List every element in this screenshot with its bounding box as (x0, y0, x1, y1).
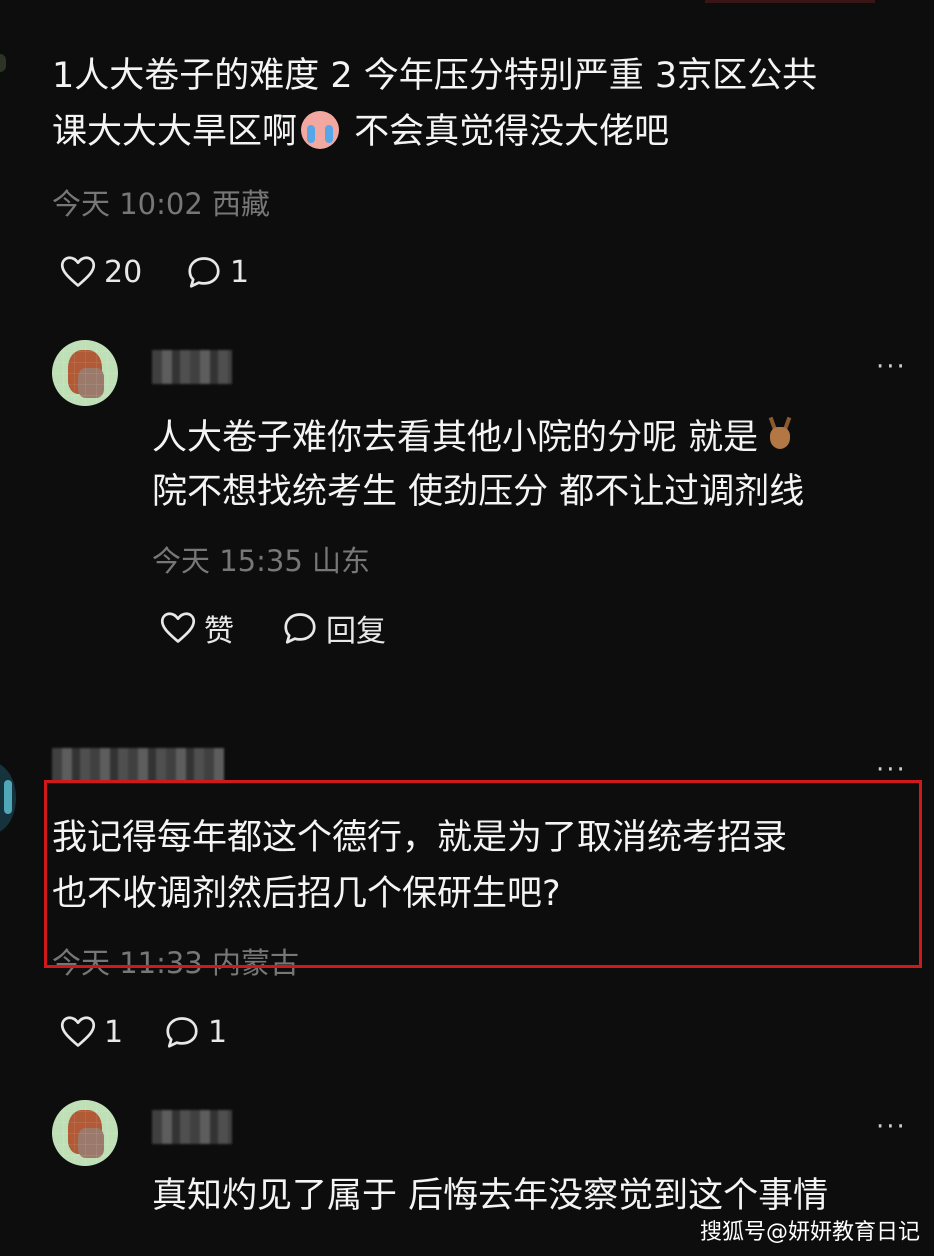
comment2-comment-count: 1 (208, 1014, 228, 1050)
reply1-reply-label: 回复 (326, 614, 386, 649)
reply1-body-line1: 人大卷子难你去看其他小院的分呢 就是 (152, 410, 798, 466)
heart-outline-icon (60, 1016, 96, 1047)
deer-emoji-icon (762, 416, 798, 453)
post-like-count: 20 (104, 254, 143, 290)
speech-bubble-icon (284, 613, 316, 644)
reply1-avatar[interactable] (52, 340, 118, 406)
reply1-like-label: 赞 (204, 614, 234, 649)
more-dots-icon[interactable]: ··· (876, 352, 907, 382)
post-meta: 今天 10:02 西藏 (52, 187, 271, 221)
top-edge-bar (705, 0, 875, 3)
reply2-username-blurred[interactable] (152, 1110, 232, 1144)
crying-face-emoji-icon (301, 111, 340, 149)
reply1-body-line2: 院不想找统考生 使劲压分 都不让过调剂线 (152, 472, 805, 512)
post-body-line2-part1: 课大大大旱区啊 (52, 112, 298, 152)
speech-bubble-icon (188, 257, 220, 288)
reply2-avatar[interactable] (52, 1100, 118, 1166)
comment2-comment-button[interactable]: 1 (164, 1012, 227, 1052)
comment2-avatar-partial[interactable] (0, 762, 16, 834)
comment2-username-blurred[interactable] (52, 748, 224, 782)
comment2-like-count: 1 (104, 1014, 124, 1050)
reply1-body-line1-text: 人大卷子难你去看其他小院的分呢 就是 (152, 418, 759, 458)
post-body-line2-part2: 不会真觉得没大佬吧 (343, 112, 670, 152)
post-comment-count: 1 (230, 254, 250, 290)
previous-avatar-fragment (0, 54, 6, 72)
reply1-like-button[interactable]: 赞 (160, 608, 234, 649)
heart-outline-icon (160, 612, 196, 643)
post-body-line2: 课大大大旱区啊 不会真觉得没大佬吧 (52, 104, 669, 160)
post-body-line1: 1人大卷子的难度 2 今年压分特别严重 3京区公共 (52, 56, 818, 96)
post-comment-button[interactable]: 1 (186, 252, 249, 292)
more-dots-icon[interactable]: ··· (876, 1112, 907, 1142)
reply1-username-blurred[interactable] (152, 350, 232, 384)
comment2-like-button[interactable]: 1 (60, 1012, 123, 1052)
highlight-box (44, 780, 922, 968)
heart-outline-icon (60, 256, 96, 287)
post-like-button[interactable]: 20 (60, 252, 142, 292)
reply1-meta: 今天 15:35 山东 (152, 544, 371, 578)
comment-thread-screen: 1人大卷子的难度 2 今年压分特别严重 3京区公共 课大大大旱区啊 不会真觉得没… (0, 0, 934, 1256)
reply1-reply-button[interactable]: 回复 (282, 608, 386, 649)
speech-bubble-icon (166, 1017, 198, 1048)
watermark: 搜狐号@妍妍教育日记 (699, 1220, 920, 1245)
